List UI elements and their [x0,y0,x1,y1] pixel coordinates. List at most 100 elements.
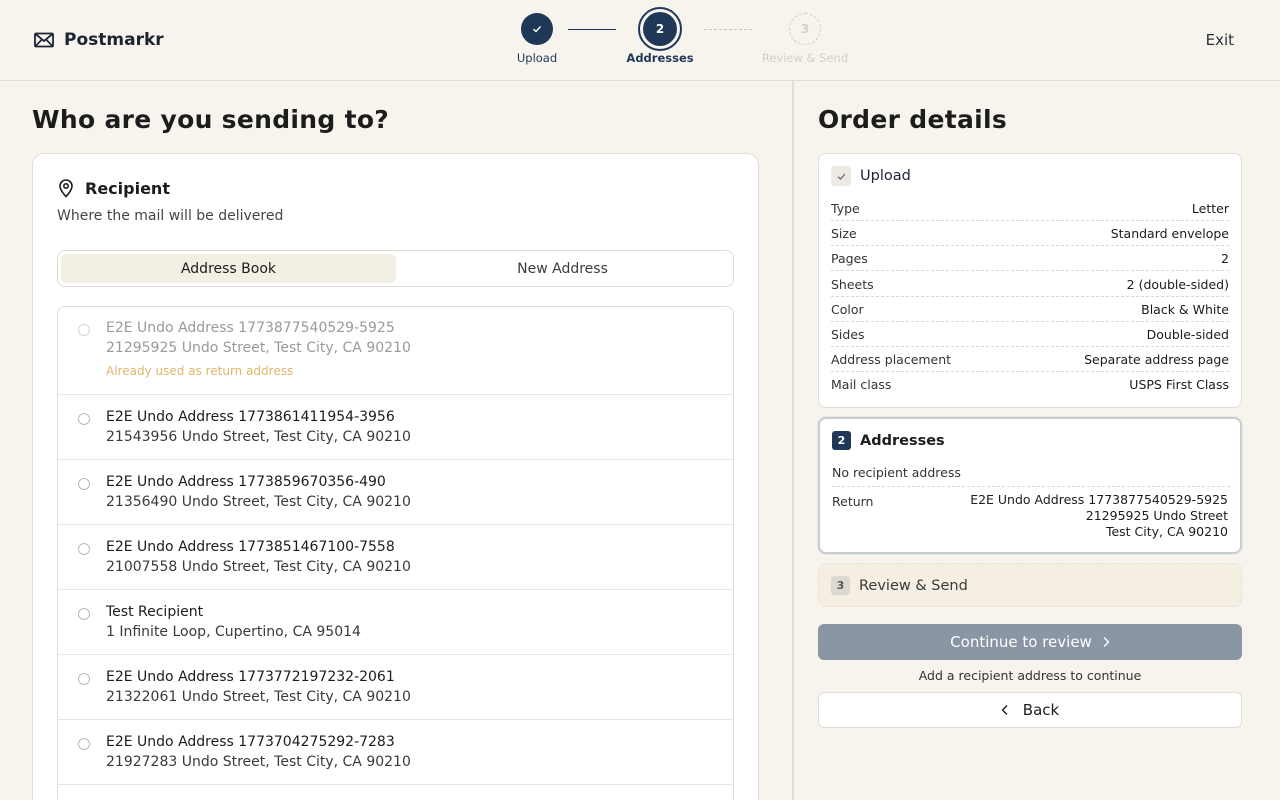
address-line: 21927283 Undo Street, Test City, CA 9021… [106,754,411,770]
recipient-title: Recipient [85,178,170,198]
address-option[interactable]: E2E Undo Address 1773859670356-490 21356… [58,460,733,525]
app-name: Postmarkr [64,30,164,50]
exit-button[interactable]: Exit [1206,31,1234,49]
continue-button-label: Continue to review [950,633,1092,651]
detail-key: Type [831,201,860,216]
return-address: E2E Undo Address 1773877540529-5925 2129… [970,492,1228,540]
step-upload-label: Upload [516,51,558,65]
detail-key: Sheets [831,277,874,292]
address-radio[interactable] [78,413,90,425]
top-bar: Postmarkr Upload 2 Addresses 3 Review & … [0,0,1280,81]
detail-value: 2 [1221,251,1229,266]
map-pin-icon [59,179,73,198]
return-label: Return [832,494,874,509]
detail-row: Sides Double-sided [831,322,1229,347]
addresses-summary-title: Addresses [860,432,945,449]
return-address-line: Test City, CA 90210 [1105,524,1228,539]
detail-value: Separate address page [1084,352,1229,367]
detail-value: Letter [1191,201,1229,216]
logo[interactable]: Postmarkr [33,29,164,51]
detail-key: Pages [831,251,868,266]
tab-address-book[interactable]: Address Book [61,254,396,283]
address-note: Already used as return address [106,364,294,378]
address-name: E2E Undo Address 1773704275292-7283 [106,734,395,750]
address-source-toggle: Address Book New Address [57,250,734,287]
address-option[interactable]: E2E Undo Address 1773861411954-3956 2154… [58,395,733,460]
detail-row: Pages 2 [831,246,1229,271]
detail-value: Standard envelope [1110,226,1229,241]
detail-key: Color [831,302,864,317]
continue-hint: Add a recipient address to continue [918,668,1142,683]
check-icon [831,166,851,186]
continue-to-review-button[interactable]: Continue to review [818,624,1242,660]
review-summary-header: 3 Review & Send [831,576,968,595]
step-addresses-number: 2 [655,22,665,36]
addresses-summary-header: 2 Addresses [832,431,945,450]
step-connector-upcoming [704,29,752,30]
address-radio[interactable] [78,673,90,685]
chevron-left-icon [1001,705,1008,715]
address-line: 21322061 Undo Street, Test City, CA 9021… [106,689,411,705]
address-line: 1 Infinite Loop, Cupertino, CA 95014 [106,624,361,640]
detail-value: Black & White [1141,302,1229,317]
recipient-card: Recipient Where the mail will be deliver… [32,153,759,800]
detail-value: Double-sided [1146,327,1229,342]
detail-key: Size [831,226,857,241]
recipient-section: Who are you sending to? Recipient Where … [0,81,792,800]
step-review-upcoming: 3 [789,13,821,45]
page-title: Who are you sending to? [32,105,390,134]
step-review-label: Review & Send [761,51,849,65]
detail-value: 2 (double-sided) [1126,277,1229,292]
address-option: E2E Undo Address 1773877540529-5925 2129… [58,307,733,395]
address-name: Test Recipient [106,604,204,620]
address-line: 21007558 Undo Street, Test City, CA 9021… [106,559,411,575]
address-radio[interactable] [78,478,90,490]
address-name: E2E Undo Address 1773851467100-7558 [106,539,395,555]
detail-key: Sides [831,327,865,342]
detail-key: Mail class [831,377,892,392]
detail-row: Color Black & White [831,297,1229,322]
check-icon [533,26,542,33]
tab-new-address[interactable]: New Address [395,254,730,283]
upload-summary-title: Upload [860,168,911,184]
no-recipient-text: No recipient address [832,465,1230,487]
address-option[interactable]: E2E Undo Address 1773851467100-7558 2100… [58,525,733,590]
address-option[interactable]: E2E Undo Address 1773772197232-2061 2132… [58,655,733,720]
step-number-badge: 2 [832,431,851,450]
upload-summary-panel: Upload Type Letter Size Standard envelope … [818,153,1242,408]
addresses-summary-panel: 2 Addresses No recipient address Return … [818,417,1242,554]
order-title: Order details [818,105,1008,134]
address-radio[interactable] [78,738,90,750]
address-line: 21356490 Undo Street, Test City, CA 9021… [106,494,411,510]
address-option[interactable]: E2E Undo Address 1773704275292-7283 2192… [58,720,733,785]
back-button-label: Back [1022,701,1060,719]
review-summary-title: Review & Send [859,577,968,594]
step-upload-complete[interactable] [521,13,553,45]
address-name: E2E Undo Address 1773772197232-2061 [106,669,395,685]
detail-key: Address placement [831,352,952,367]
envelope-icon [34,32,54,48]
address-book-list: E2E Undo Address 1773877540529-5925 2129… [57,306,734,800]
address-line: 21295925 Undo Street, Test City, CA 9021… [106,340,411,356]
back-button[interactable]: Back [818,692,1242,728]
return-address-line: 21295925 Undo Street [1085,508,1228,523]
recipient-header: Recipient [57,178,170,198]
address-line: 21543956 Undo Street, Test City, CA 9021… [106,429,411,445]
step-number-badge: 3 [831,576,850,595]
review-summary-panel: 3 Review & Send [818,563,1242,607]
detail-value: USPS First Class [1129,377,1229,392]
upload-summary-header[interactable]: Upload [831,166,911,186]
detail-row: Mail class USPS First Class [831,372,1229,397]
detail-row: Type Letter [831,196,1229,221]
step-review-number: 3 [800,22,810,36]
detail-row: Address placement Separate address page [831,347,1229,372]
step-addresses-current[interactable]: 2 [643,12,677,46]
address-radio[interactable] [78,608,90,620]
address-name: E2E Undo Address 1773859670356-490 [106,474,386,490]
address-radio[interactable] [78,543,90,555]
address-option[interactable]: Test Recipient 1 Infinite Loop, Cupertin… [58,590,733,655]
return-address-line: E2E Undo Address 1773877540529-5925 [970,492,1228,507]
address-name: E2E Undo Address 1773877540529-5925 [106,320,395,336]
recipient-subtitle: Where the mail will be delivered [57,208,284,224]
address-radio [78,324,90,336]
